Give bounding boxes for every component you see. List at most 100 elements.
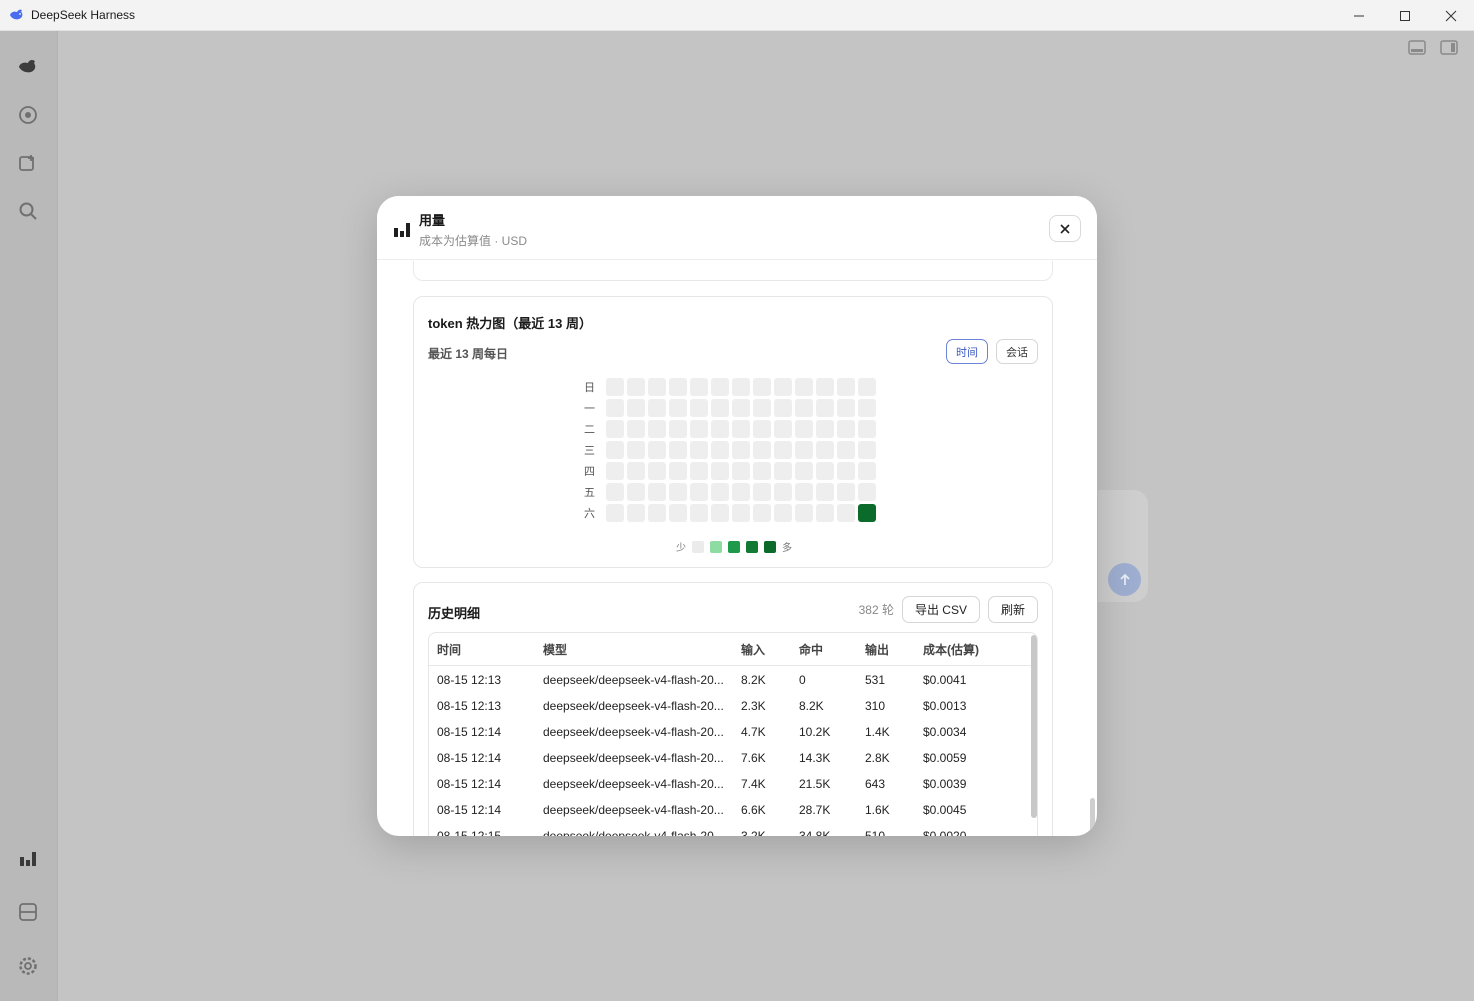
- sidebar-item-usage[interactable]: [17, 847, 39, 869]
- column-header-input[interactable]: 输入: [741, 641, 799, 658]
- heatmap-cell[interactable]: [753, 461, 771, 480]
- heatmap-cell[interactable]: [690, 503, 708, 522]
- heatmap-cell[interactable]: [606, 398, 624, 417]
- heatmap-cell[interactable]: [774, 461, 792, 480]
- heatmap-cell[interactable]: [753, 482, 771, 501]
- sidebar-logo[interactable]: [17, 56, 39, 78]
- heatmap-cell[interactable]: [669, 377, 687, 396]
- heatmap-cell[interactable]: [795, 461, 813, 480]
- heatmap-cell[interactable]: [606, 440, 624, 459]
- heatmap-cell[interactable]: [795, 377, 813, 396]
- heatmap-cell[interactable]: [627, 503, 645, 522]
- heatmap-cell[interactable]: [795, 419, 813, 438]
- heatmap-cell[interactable]: [732, 419, 750, 438]
- sidebar-item-search[interactable]: [17, 200, 39, 222]
- sidebar-item-settings[interactable]: [17, 955, 39, 977]
- heatmap-cell[interactable]: [795, 398, 813, 417]
- heatmap-cell[interactable]: [648, 440, 666, 459]
- dialog-scrollbar[interactable]: [1090, 798, 1095, 836]
- heatmap-cell[interactable]: [711, 461, 729, 480]
- heatmap-cell[interactable]: [837, 419, 855, 438]
- heatmap-cell[interactable]: [648, 461, 666, 480]
- heatmap-cell[interactable]: [837, 461, 855, 480]
- heatmap-cell[interactable]: [816, 440, 834, 459]
- heatmap-cell[interactable]: [732, 503, 750, 522]
- sidebar-item-storage[interactable]: [17, 901, 39, 923]
- heatmap-cell[interactable]: [711, 440, 729, 459]
- heatmap-cell[interactable]: [816, 419, 834, 438]
- heatmap-cell[interactable]: [690, 482, 708, 501]
- heatmap-cell[interactable]: [837, 503, 855, 522]
- maximize-button[interactable]: [1382, 0, 1428, 31]
- heatmap-cell[interactable]: [816, 461, 834, 480]
- column-header-time[interactable]: 时间: [429, 641, 543, 658]
- dialog-body[interactable]: token 热力图（最近 13 周） 最近 13 周每日 时间 会话 日一二三四…: [377, 261, 1097, 836]
- panel-right-icon[interactable]: [1440, 40, 1458, 56]
- heatmap-cell[interactable]: [711, 503, 729, 522]
- minimize-button[interactable]: [1336, 0, 1382, 31]
- heatmap-cell[interactable]: [669, 482, 687, 501]
- heatmap-cell[interactable]: [774, 482, 792, 501]
- table-row[interactable]: 08-15 12:14 deepseek/deepseek-v4-flash-20…: [429, 719, 1037, 745]
- heatmap-cell[interactable]: [858, 461, 876, 480]
- heatmap-cell[interactable]: [732, 440, 750, 459]
- heatmap-cell[interactable]: [774, 377, 792, 396]
- sidebar-item-target[interactable]: [17, 104, 39, 126]
- heatmap-cell[interactable]: [816, 377, 834, 396]
- table-scrollbar[interactable]: [1031, 635, 1037, 818]
- table-row[interactable]: 08-15 12:14 deepseek/deepseek-v4-flash-20…: [429, 797, 1037, 823]
- heatmap-cell[interactable]: [858, 398, 876, 417]
- heatmap-cell[interactable]: [690, 440, 708, 459]
- heatmap-cell[interactable]: [795, 482, 813, 501]
- heatmap-cell[interactable]: [774, 398, 792, 417]
- table-row[interactable]: 08-15 12:14 deepseek/deepseek-v4-flash-20…: [429, 771, 1037, 797]
- heatmap-cell[interactable]: [606, 377, 624, 396]
- heatmap-cell[interactable]: [816, 482, 834, 501]
- heatmap-cell[interactable]: [732, 398, 750, 417]
- heatmap-cell[interactable]: [837, 440, 855, 459]
- heatmap-cell[interactable]: [816, 398, 834, 417]
- heatmap-cell[interactable]: [774, 503, 792, 522]
- heatmap-cell[interactable]: [606, 419, 624, 438]
- heatmap-cell[interactable]: [648, 482, 666, 501]
- sidebar-item-new-chat[interactable]: [17, 152, 39, 174]
- heatmap-cell[interactable]: [669, 398, 687, 417]
- heatmap-cell[interactable]: [648, 419, 666, 438]
- heatmap-cell[interactable]: [606, 461, 624, 480]
- heatmap-cell[interactable]: [732, 461, 750, 480]
- heatmap-cell[interactable]: [711, 377, 729, 396]
- heatmap-cell[interactable]: [669, 440, 687, 459]
- heatmap-cell[interactable]: [690, 377, 708, 396]
- heatmap-cell[interactable]: [711, 419, 729, 438]
- heatmap-cell[interactable]: [627, 440, 645, 459]
- heatmap-cell[interactable]: [753, 440, 771, 459]
- heatmap-cell[interactable]: [753, 503, 771, 522]
- heatmap-cell[interactable]: [690, 398, 708, 417]
- heatmap-cell[interactable]: [795, 503, 813, 522]
- table-row[interactable]: 08-15 12:13 deepseek/deepseek-v4-flash-20…: [429, 667, 1037, 693]
- heatmap-cell[interactable]: [837, 398, 855, 417]
- heatmap-cell[interactable]: [627, 419, 645, 438]
- heatmap-cell[interactable]: [858, 377, 876, 396]
- close-dialog-button[interactable]: [1049, 215, 1081, 242]
- heatmap-cell[interactable]: [858, 419, 876, 438]
- heatmap-cell[interactable]: [753, 377, 771, 396]
- heatmap-cell[interactable]: [606, 503, 624, 522]
- export-csv-button[interactable]: 导出 CSV: [901, 596, 980, 623]
- heatmap-cell[interactable]: [858, 482, 876, 501]
- toggle-session[interactable]: 会话: [996, 339, 1038, 364]
- close-window-button[interactable]: [1428, 0, 1474, 31]
- heatmap-cell[interactable]: [732, 482, 750, 501]
- heatmap-cell[interactable]: [732, 377, 750, 396]
- column-header-model[interactable]: 模型: [543, 641, 741, 658]
- heatmap-cell[interactable]: [690, 461, 708, 480]
- heatmap-cell[interactable]: [627, 377, 645, 396]
- history-table[interactable]: 时间 模型 输入 命中 输出 成本(估算) 08-15 12:13 deepsee…: [428, 632, 1038, 836]
- heatmap-cell[interactable]: [858, 440, 876, 459]
- heatmap-cell[interactable]: [606, 482, 624, 501]
- heatmap-cell[interactable]: [648, 398, 666, 417]
- table-row[interactable]: 08-15 12:14 deepseek/deepseek-v4-flash-20…: [429, 745, 1037, 771]
- heatmap-cell[interactable]: [627, 461, 645, 480]
- heatmap-cell[interactable]: [774, 440, 792, 459]
- heatmap-cell[interactable]: [711, 482, 729, 501]
